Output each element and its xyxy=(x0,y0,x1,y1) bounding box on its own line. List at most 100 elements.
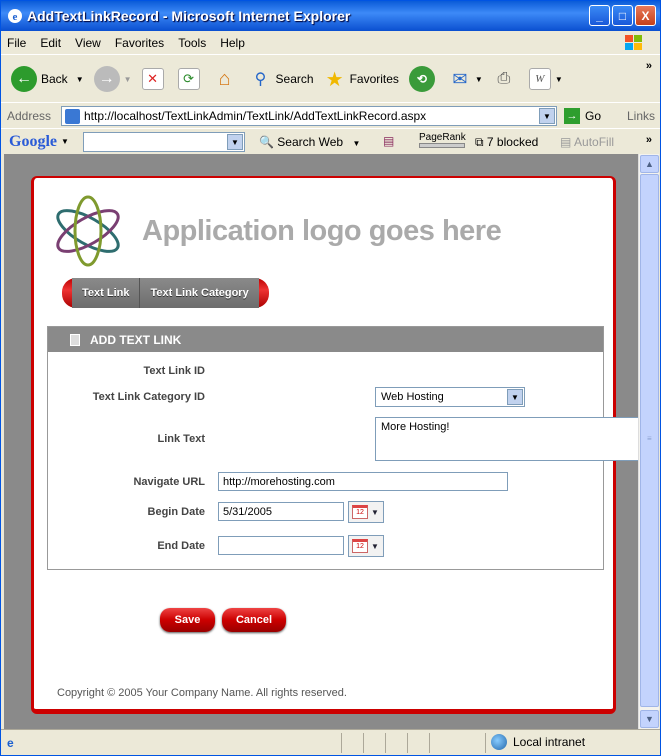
minimize-button[interactable]: _ xyxy=(589,5,610,26)
end-date-input[interactable] xyxy=(218,536,344,555)
google-logo[interactable]: Google xyxy=(9,133,57,151)
mail-button[interactable]: ✉ ▼ xyxy=(449,68,483,90)
address-url: http://localhost/TextLinkAdmin/TextLink/… xyxy=(84,109,427,123)
navigate-url-label: Navigate URL xyxy=(133,476,205,488)
page-scrollbar[interactable]: ▲ ≡ ▼ xyxy=(638,154,659,729)
page-container: Application logo goes here Text Link Tex… xyxy=(31,176,638,714)
google-dropdown-icon[interactable]: ▼ xyxy=(61,137,69,146)
scroll-down-icon[interactable]: ▼ xyxy=(640,710,659,728)
category-label: Text Link Category ID xyxy=(92,391,205,403)
begin-date-calendar-button[interactable]: 12 ▼ xyxy=(348,501,384,523)
toolbar-chevron-icon[interactable]: » xyxy=(646,60,652,72)
autofill-button[interactable]: ▤ AutoFill xyxy=(560,135,614,149)
status-divider xyxy=(429,733,430,753)
menu-help[interactable]: Help xyxy=(220,36,245,50)
history-icon: ⟲ xyxy=(408,66,435,92)
end-date-calendar-button[interactable]: 12 ▼ xyxy=(348,535,384,557)
status-divider xyxy=(485,733,486,753)
back-label: Back xyxy=(41,72,68,86)
category-select[interactable]: Web Hosting ▼ xyxy=(375,387,525,407)
pagerank-label: PageRank xyxy=(419,132,466,143)
address-label: Address xyxy=(7,108,52,123)
begin-date-value: 5/31/2005 xyxy=(223,505,272,518)
pagerank-indicator: PageRank xyxy=(419,132,466,148)
close-button[interactable]: X xyxy=(635,5,656,26)
link-text-row: Link Text More Hosting! ▲ ▼ xyxy=(48,416,638,462)
search-web-label: Search Web xyxy=(277,135,344,149)
autofill-label: AutoFill xyxy=(574,135,615,149)
nav-text-link-category[interactable]: Text Link Category xyxy=(140,278,259,308)
search-web-button[interactable]: 🔍 Search Web ▼ xyxy=(259,135,360,149)
status-divider xyxy=(385,733,386,753)
link-text-input[interactable]: More Hosting! ▲ ▼ xyxy=(375,417,638,461)
popup-blocker-button[interactable]: ⧉ 7 blocked xyxy=(475,135,538,150)
print-button[interactable]: ⎙ xyxy=(493,68,519,90)
word-icon: W xyxy=(528,68,551,90)
menu-favorites[interactable]: Favorites xyxy=(115,36,164,50)
menu-view[interactable]: View xyxy=(75,36,101,50)
menu-tools[interactable]: Tools xyxy=(178,36,206,50)
edit-dropdown-icon: ▼ xyxy=(554,74,563,84)
mail-dropdown-icon: ▼ xyxy=(474,74,483,84)
search-label: Search xyxy=(275,72,314,86)
popup-blocker-icon: ⧉ xyxy=(475,135,484,149)
home-button[interactable]: ⌂ xyxy=(214,68,240,90)
scroll-up-icon[interactable]: ▲ xyxy=(640,155,659,173)
menu-edit[interactable]: Edit xyxy=(40,36,61,50)
maximize-button[interactable]: □ xyxy=(612,5,633,26)
zone-label: Local intranet xyxy=(513,735,586,749)
status-bar: e Local intranet xyxy=(1,729,660,755)
document-icon xyxy=(70,333,80,346)
page-icon xyxy=(65,109,80,124)
menu-file[interactable]: File xyxy=(7,36,26,50)
binoculars-icon: 🔍 xyxy=(259,135,274,149)
link-text-value: More Hosting! xyxy=(381,421,450,433)
cancel-button[interactable]: Cancel xyxy=(222,608,286,632)
blocked-label: 7 blocked xyxy=(486,135,539,149)
chevron-down-icon[interactable]: ▼ xyxy=(507,389,523,405)
address-dropdown-icon[interactable]: ▼ xyxy=(539,108,555,124)
google-toolbar: Google ▼ ▼ 🔍 Search Web ▼ ▤ PageRank ⧉ 7… xyxy=(1,128,660,154)
home-icon: ⌂ xyxy=(218,67,231,90)
google-input-dropdown-icon[interactable]: ▼ xyxy=(227,134,243,150)
edit-button[interactable]: W ▼ xyxy=(528,68,563,90)
end-date-label: End Date xyxy=(157,540,205,552)
history-button[interactable]: ⟲ xyxy=(408,66,439,92)
page-viewport: Application logo goes here Text Link Tex… xyxy=(4,154,638,729)
stop-icon: ✕ xyxy=(141,68,164,90)
mail-icon: ✉ xyxy=(452,68,468,89)
menu-bar: File Edit View Favorites Tools Help xyxy=(1,31,660,55)
star-icon: ★ xyxy=(325,68,344,91)
scroll-thumb[interactable]: ≡ xyxy=(640,174,659,707)
search-button[interactable]: ⚲ Search xyxy=(250,68,314,90)
google-chevron-icon[interactable]: » xyxy=(646,134,652,146)
security-zone[interactable]: Local intranet xyxy=(491,734,585,750)
address-bar: Address http://localhost/TextLinkAdmin/T… xyxy=(1,102,660,128)
address-input[interactable]: http://localhost/TextLinkAdmin/TextLink/… xyxy=(61,106,557,126)
google-search-input[interactable]: ▼ xyxy=(83,132,245,152)
nav-text-link[interactable]: Text Link xyxy=(72,278,141,308)
favorites-button[interactable]: ★ Favorites xyxy=(324,68,399,91)
news-icon[interactable]: ▤ xyxy=(383,134,394,148)
title-bar: e AddTextLinkRecord - Microsoft Internet… xyxy=(1,1,660,31)
go-button[interactable]: → Go xyxy=(564,108,601,124)
begin-date-input[interactable]: 5/31/2005 xyxy=(218,502,344,521)
links-button[interactable]: Links xyxy=(627,109,655,123)
logo-text: Application logo goes here xyxy=(142,214,502,247)
forward-dropdown-icon: ▼ xyxy=(123,74,132,84)
printer-icon: ⎙ xyxy=(497,70,511,87)
grip-icon: ≡ xyxy=(647,434,652,443)
calendar-dropdown-icon: ▼ xyxy=(371,541,379,551)
stop-button[interactable]: ✕ xyxy=(141,68,168,90)
back-button[interactable]: ← Back ▼ xyxy=(11,66,84,92)
forward-button[interactable]: → ▼ xyxy=(93,66,132,92)
navigate-url-input[interactable]: http://morehosting.com xyxy=(218,472,508,491)
search-icon: ⚲ xyxy=(254,71,267,88)
browser-window: e AddTextLinkRecord - Microsoft Internet… xyxy=(0,0,661,756)
pagerank-bar xyxy=(419,143,465,148)
save-button[interactable]: Save xyxy=(160,608,215,632)
search-web-dropdown-icon: ▼ xyxy=(352,139,361,148)
navigate-url-value: http://morehosting.com xyxy=(223,475,335,488)
standard-toolbar: ← Back ▼ → ▼ ✕ ⟳ ⌂ ⚲ Search ★ Favorites … xyxy=(1,56,660,102)
refresh-button[interactable]: ⟳ xyxy=(177,68,204,90)
